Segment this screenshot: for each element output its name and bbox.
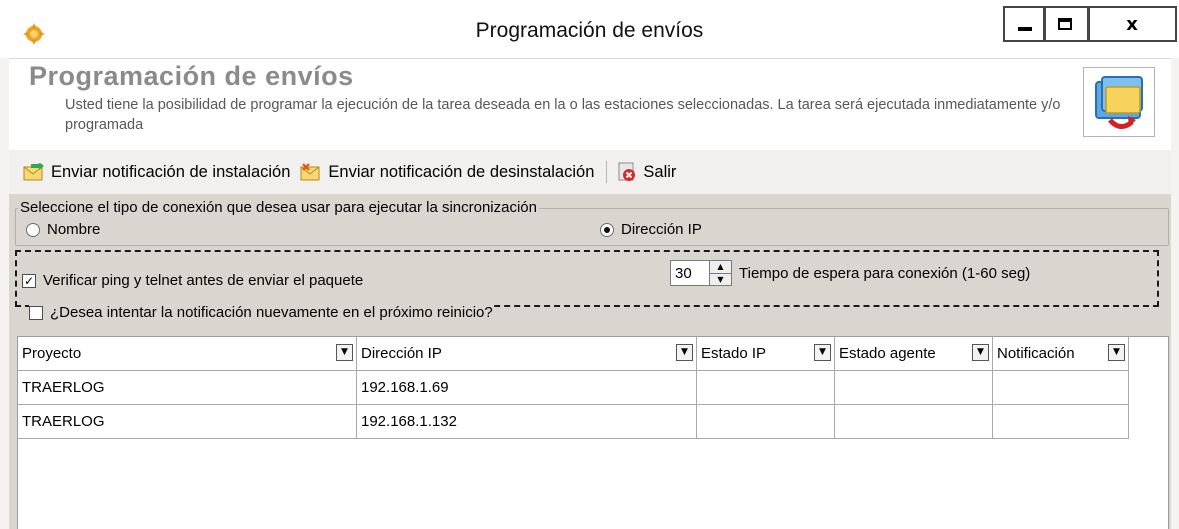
radio-ip-address[interactable]: Dirección IP bbox=[600, 221, 702, 238]
filter-dropdown-icon[interactable]: ▼ bbox=[1108, 344, 1125, 361]
column-ip-status-label: Estado IP bbox=[701, 345, 767, 362]
window-controls: x bbox=[1003, 6, 1177, 42]
filter-dropdown-icon[interactable]: ▼ bbox=[972, 344, 989, 361]
radio-name-indicator bbox=[26, 222, 40, 237]
cell-ip-address[interactable]: 192.168.1.69 bbox=[357, 371, 697, 405]
envelope-arrow-icon bbox=[23, 163, 44, 181]
retry-checkbox-box bbox=[29, 305, 43, 320]
filter-dropdown-icon[interactable]: ▼ bbox=[814, 344, 831, 361]
column-header-ip-status[interactable]: Estado IP ▼ bbox=[697, 337, 835, 371]
page-title: Programación de envíos bbox=[29, 61, 354, 91]
column-agent-status-label: Estado agente bbox=[839, 345, 936, 362]
retry-on-reboot-checkbox[interactable]: ¿Desea intentar la notificación nuevamen… bbox=[29, 304, 493, 321]
decrement-arrow-icon[interactable]: ▼ bbox=[710, 273, 731, 286]
radio-name[interactable]: Nombre bbox=[26, 221, 100, 238]
column-ip-label: Dirección IP bbox=[361, 345, 442, 362]
exit-button[interactable]: Salir bbox=[617, 157, 680, 187]
close-button[interactable]: x bbox=[1089, 6, 1177, 42]
increment-arrow-icon[interactable]: ▲ bbox=[710, 261, 731, 273]
cell-project[interactable]: TRAERLOG bbox=[18, 371, 357, 405]
send-uninstall-notification-button[interactable]: Enviar notificación de desinstalación bbox=[300, 157, 598, 187]
grid-header-row: Proyecto ▼ Dirección IP ▼ Estado IP ▼ Es… bbox=[18, 337, 1129, 371]
timeout-input[interactable] bbox=[670, 260, 710, 286]
timeout-label: Tiempo de espera para conexión (1-60 seg… bbox=[739, 264, 1031, 282]
verify-label: Verificar ping y telnet antes de enviar … bbox=[43, 272, 364, 289]
verify-checkbox-box: ✓ bbox=[22, 273, 36, 288]
cell-notification[interactable] bbox=[993, 405, 1129, 439]
stations-grid: Proyecto ▼ Dirección IP ▼ Estado IP ▼ Es… bbox=[17, 336, 1169, 529]
connection-type-legend: Seleccione el tipo de conexión que desea… bbox=[18, 199, 539, 216]
timeout-spinner: ▲ ▼ Tiempo de espera para conexión (1-60… bbox=[670, 260, 1030, 286]
window: Programación de envíos x Programación de… bbox=[0, 0, 1179, 529]
cell-agent-status[interactable] bbox=[835, 405, 993, 439]
column-header-agent-status[interactable]: Estado agente ▼ bbox=[835, 337, 993, 371]
exit-icon bbox=[618, 162, 636, 181]
cell-agent-status[interactable] bbox=[835, 371, 993, 405]
header-panel: Programación de envíos Usted tiene la po… bbox=[9, 58, 1171, 150]
column-header-ip-address[interactable]: Dirección IP ▼ bbox=[357, 337, 697, 371]
table-row[interactable]: TRAERLOG 192.168.1.132 bbox=[18, 405, 1129, 439]
maximize-button[interactable] bbox=[1045, 6, 1089, 42]
send-install-label: Enviar notificación de instalación bbox=[51, 162, 291, 181]
radio-ip-indicator bbox=[600, 222, 614, 237]
maximize-icon bbox=[1058, 18, 1072, 30]
close-icon: x bbox=[1126, 14, 1138, 35]
schedule-folder-icon bbox=[1083, 67, 1155, 137]
verify-ping-telnet-checkbox[interactable]: ✓ Verificar ping y telnet antes de envia… bbox=[22, 272, 363, 289]
envelope-cross-icon bbox=[300, 163, 320, 181]
cell-ip-status[interactable] bbox=[697, 405, 835, 439]
send-install-notification-button[interactable]: Enviar notificación de instalación bbox=[23, 157, 294, 187]
page-description: Usted tiene la posibilidad de programar … bbox=[65, 97, 1061, 133]
column-notification-label: Notificación bbox=[997, 345, 1075, 362]
timeout-stepper[interactable]: ▲ ▼ bbox=[710, 260, 732, 286]
column-project-label: Proyecto bbox=[22, 345, 82, 362]
send-uninstall-label: Enviar notificación de desinstalación bbox=[328, 162, 595, 181]
retry-label: ¿Desea intentar la notificación nuevamen… bbox=[50, 304, 493, 321]
cell-project[interactable]: TRAERLOG bbox=[18, 405, 357, 439]
connection-type-group: Seleccione el tipo de conexión que desea… bbox=[15, 199, 1169, 246]
minimize-button[interactable] bbox=[1003, 6, 1045, 42]
toolbar: Enviar notificación de instalación Envia… bbox=[9, 150, 1171, 194]
filter-dropdown-icon[interactable]: ▼ bbox=[336, 344, 353, 361]
exit-label: Salir bbox=[643, 162, 677, 181]
minimize-icon bbox=[1018, 27, 1032, 31]
column-header-notification[interactable]: Notificación ▼ bbox=[993, 337, 1129, 371]
main-content: Seleccione el tipo de conexión que desea… bbox=[9, 194, 1171, 529]
radio-name-label: Nombre bbox=[47, 221, 101, 238]
cell-notification[interactable] bbox=[993, 371, 1129, 405]
radio-ip-label: Dirección IP bbox=[621, 221, 702, 238]
table-row[interactable]: TRAERLOG 192.168.1.69 bbox=[18, 371, 1129, 405]
filter-dropdown-icon[interactable]: ▼ bbox=[676, 344, 693, 361]
toolbar-separator bbox=[606, 161, 608, 183]
column-header-project[interactable]: Proyecto ▼ bbox=[18, 337, 357, 371]
title-bar[interactable]: Programación de envíos x bbox=[0, 0, 1179, 58]
cell-ip-status[interactable] bbox=[697, 371, 835, 405]
cell-ip-address[interactable]: 192.168.1.132 bbox=[357, 405, 697, 439]
